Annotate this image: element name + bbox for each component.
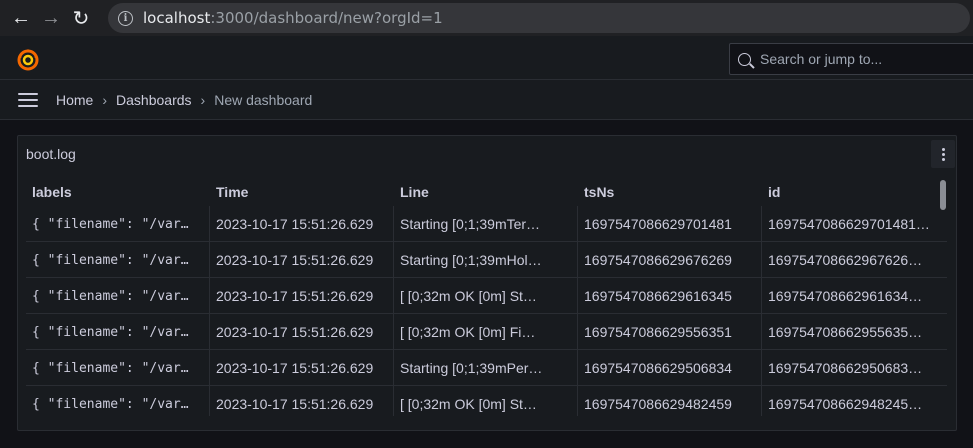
url-path: :3000/dashboard/new?orgId=1 — [210, 9, 443, 27]
cell-line: [ [0;32m OK [0m] Fi… — [394, 314, 578, 350]
table-scrollbar[interactable] — [940, 180, 946, 210]
address-bar[interactable]: i localhost:3000/dashboard/new?orgId=1 — [108, 3, 970, 33]
column-header-labels[interactable]: labels — [26, 174, 210, 210]
panel-menu-icon[interactable] — [931, 140, 955, 168]
breadcrumb-separator: › — [200, 91, 206, 108]
data-table: labels Time Line tsNs id { "filename": "… — [26, 174, 947, 416]
breadcrumb-home[interactable]: Home — [56, 92, 93, 108]
cell-time: 2023-10-17 15:51:26.629 — [210, 350, 394, 386]
column-header-tsns[interactable]: tsNs — [578, 174, 762, 210]
cell-tsns: 1697547086629506834 — [578, 350, 762, 386]
hamburger-menu-icon[interactable] — [18, 92, 38, 107]
panel-title[interactable]: boot.log — [26, 146, 76, 162]
breadcrumb-separator: › — [102, 91, 108, 108]
cell-id: 169754708662961634… — [768, 288, 923, 304]
browser-toolbar: ← → ↻ i localhost:3000/dashboard/new?org… — [0, 0, 973, 36]
cell-line: Starting [0;1;39mPer… — [394, 350, 578, 386]
column-header-time[interactable]: Time — [210, 174, 394, 210]
cell-labels: { "filename": "/var… — [26, 206, 210, 242]
table-row[interactable]: { "filename": "/var… 2023-10-17 15:51:26… — [26, 386, 947, 416]
cell-id: 169754708662967626… — [768, 252, 923, 268]
url-host: localhost — [143, 9, 211, 27]
search-input[interactable]: Search or jump to... — [729, 43, 973, 75]
cell-tsns: 1697547086629676269 — [578, 242, 762, 278]
table-panel: boot.log labels Time Line tsNs id { "fil… — [17, 135, 957, 431]
cell-tsns: 1697547086629556351 — [578, 314, 762, 350]
grafana-logo-icon[interactable] — [16, 47, 40, 71]
cell-line: Starting [0;1;39mHol… — [394, 242, 578, 278]
info-icon[interactable]: i — [118, 10, 133, 26]
cell-tsns: 1697547086629616345 — [578, 278, 762, 314]
cell-id: 1697547086629701481… — [768, 216, 930, 232]
table-row[interactable]: { "filename": "/var… 2023-10-17 15:51:26… — [26, 278, 947, 314]
table-row[interactable]: { "filename": "/var… 2023-10-17 15:51:26… — [26, 242, 947, 278]
url-text: localhost:3000/dashboard/new?orgId=1 — [143, 9, 443, 27]
reload-icon[interactable]: ↻ — [66, 3, 96, 33]
breadcrumb-bar: Home › Dashboards › New dashboard — [0, 80, 973, 120]
cell-time: 2023-10-17 15:51:26.629 — [210, 314, 394, 350]
table-row[interactable]: { "filename": "/var… 2023-10-17 15:51:26… — [26, 206, 947, 242]
cell-time: 2023-10-17 15:51:26.629 — [210, 206, 394, 242]
cell-labels: { "filename": "/var… — [26, 314, 210, 350]
table-row[interactable]: { "filename": "/var… 2023-10-17 15:51:26… — [26, 350, 947, 386]
cell-labels: { "filename": "/var… — [26, 242, 210, 278]
cell-id: 169754708662955635… — [768, 324, 923, 340]
cell-line: Starting [0;1;39mTer… — [394, 206, 578, 242]
cell-time: 2023-10-17 15:51:26.629 — [210, 242, 394, 278]
table-header-row: labels Time Line tsNs id — [26, 174, 947, 210]
breadcrumb-dashboards[interactable]: Dashboards — [116, 92, 192, 108]
table-row[interactable]: { "filename": "/var… 2023-10-17 15:51:26… — [26, 314, 947, 350]
cell-line: [ [0;32m OK [0m] St… — [394, 386, 578, 416]
forward-arrow-icon[interactable]: → — [36, 3, 66, 33]
cell-labels: { "filename": "/var… — [26, 386, 210, 416]
back-arrow-icon[interactable]: ← — [6, 3, 36, 33]
cell-time: 2023-10-17 15:51:26.629 — [210, 386, 394, 416]
cell-tsns: 1697547086629482459 — [578, 386, 762, 416]
cell-labels: { "filename": "/var… — [26, 350, 210, 386]
cell-line: [ [0;32m OK [0m] St… — [394, 278, 578, 314]
cell-id: 169754708662950683… — [768, 360, 923, 376]
cell-time: 2023-10-17 15:51:26.629 — [210, 278, 394, 314]
column-header-line[interactable]: Line — [394, 174, 578, 210]
cell-labels: { "filename": "/var… — [26, 278, 210, 314]
column-header-id[interactable]: id — [762, 174, 947, 210]
cell-tsns: 1697547086629701481 — [578, 206, 762, 242]
search-icon — [738, 52, 751, 66]
cell-id: 169754708662948245… — [768, 396, 923, 412]
grafana-topbar: Search or jump to... — [0, 36, 973, 80]
breadcrumb-current: New dashboard — [214, 91, 313, 108]
search-placeholder: Search or jump to... — [760, 51, 883, 67]
